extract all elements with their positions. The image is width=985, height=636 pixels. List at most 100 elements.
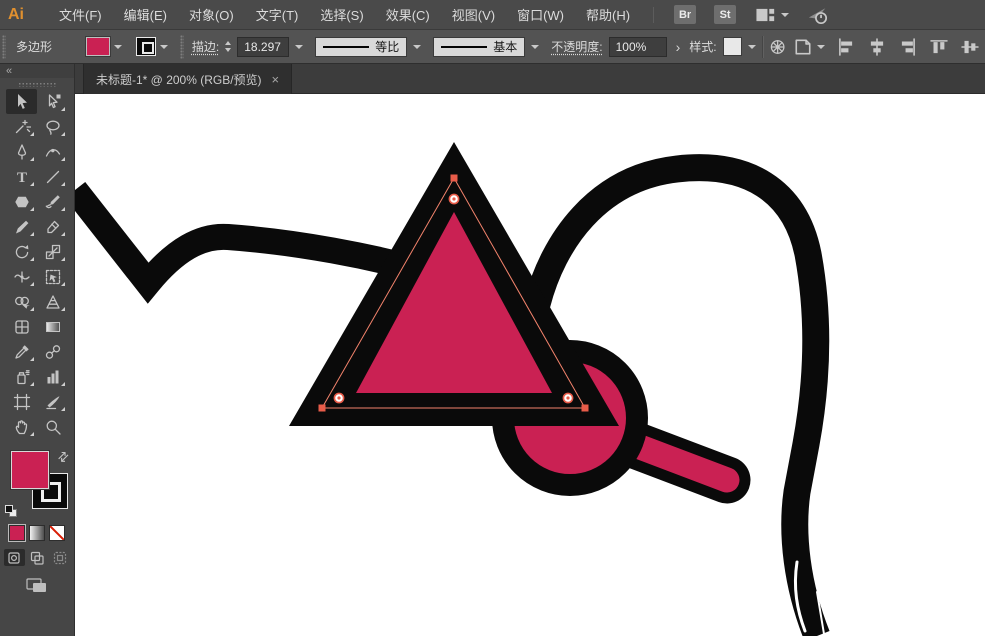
stroke-weight-input[interactable]: 18.297: [237, 36, 290, 57]
chevron-down-icon[interactable]: [531, 44, 540, 49]
menu-list: 文件(F) 编辑(E) 对象(O) 文字(T) 选择(S) 效果(C) 视图(V) 窗口(W)…: [48, 1, 641, 28]
stock-button[interactable]: St: [714, 5, 737, 24]
stroke-color-control[interactable]: [135, 37, 168, 56]
gradient-tool[interactable]: [37, 314, 68, 339]
draw-inside-button[interactable]: [50, 549, 71, 566]
stroke-panel-link[interactable]: 描边:: [192, 38, 219, 55]
workspace-switcher[interactable]: [754, 4, 790, 26]
close-icon[interactable]: ×: [272, 73, 280, 86]
fill-color-control[interactable]: [84, 36, 122, 57]
polygon-tool[interactable]: [6, 189, 37, 214]
menu-item[interactable]: 效果(C): [375, 1, 441, 28]
draw-behind-button[interactable]: [27, 549, 48, 566]
control-bar-grip[interactable]: [2, 34, 6, 59]
drawing-mode-buttons: [0, 549, 74, 566]
selection-tool[interactable]: [6, 89, 37, 114]
paintbrush-tool[interactable]: [37, 189, 68, 214]
line-segment-tool[interactable]: [37, 164, 68, 189]
align-vertical-center-icon[interactable]: [959, 36, 981, 58]
menu-item[interactable]: 对象(O): [178, 1, 245, 28]
divider: [761, 35, 763, 58]
anchor-point[interactable]: [318, 404, 326, 412]
type-tool[interactable]: T: [6, 164, 37, 189]
recolor-artwork-icon[interactable]: [769, 36, 786, 58]
default-fill-stroke-icon[interactable]: [5, 505, 17, 517]
width-tool[interactable]: [6, 264, 37, 289]
align-top-icon[interactable]: [928, 36, 950, 58]
corner-radius-widget[interactable]: [448, 193, 460, 205]
align-right-icon[interactable]: [897, 36, 919, 58]
chevron-down-icon[interactable]: [747, 44, 756, 49]
step-up-icon[interactable]: [225, 41, 232, 45]
direct-selection-tool[interactable]: [37, 89, 68, 114]
corner-radius-widget[interactable]: [333, 392, 345, 404]
artwork[interactable]: [75, 94, 985, 636]
hand-tool[interactable]: [6, 414, 37, 439]
width-profile-dropdown[interactable]: 等比: [315, 36, 408, 57]
pen-tool[interactable]: [6, 139, 37, 164]
mesh-tool[interactable]: [6, 314, 37, 339]
stroke-weight-stepper[interactable]: [225, 41, 232, 52]
menu-item[interactable]: 选择(S): [309, 1, 374, 28]
scale-tool[interactable]: [37, 239, 68, 264]
document-tab[interactable]: 未标题-1* @ 200% (RGB/预览) ×: [83, 64, 293, 94]
align-horizontal-center-icon[interactable]: [866, 36, 888, 58]
style-label: 样式:: [689, 40, 717, 54]
align-left-icon[interactable]: [835, 36, 857, 58]
anchor-point[interactable]: [581, 404, 589, 412]
graphic-style-swatch[interactable]: [722, 37, 742, 56]
chevron-down-icon[interactable]: [413, 44, 422, 49]
menu-item[interactable]: 视图(V): [441, 1, 506, 28]
corner-radius-widget[interactable]: [562, 392, 574, 404]
symbol-sprayer-tool[interactable]: [6, 364, 37, 389]
gpu-performance-button[interactable]: [807, 4, 829, 26]
artboard-tool[interactable]: [6, 389, 37, 414]
free-transform-tool[interactable]: [37, 264, 68, 289]
shaper-tool[interactable]: [6, 214, 37, 239]
artboard-canvas[interactable]: [75, 94, 985, 636]
chevron-down-icon[interactable]: [295, 44, 304, 49]
control-bar: 多边形 描边: 18.297 等比 基本 不透明度: 100% › 样式:: [0, 30, 985, 64]
chevron-down-icon[interactable]: [159, 44, 168, 49]
stroke-color-swatch[interactable]: [135, 37, 156, 56]
swap-fill-stroke-icon[interactable]: ⇄: [54, 447, 73, 466]
panel-collapse-button[interactable]: «: [0, 64, 74, 78]
eyedropper-tool[interactable]: [6, 339, 37, 364]
slice-tool[interactable]: [37, 389, 68, 414]
panel-drag-grip[interactable]: [18, 82, 56, 87]
menu-item[interactable]: 帮助(H): [575, 1, 641, 28]
svg-text:T: T: [16, 170, 26, 186]
opacity-input[interactable]: 100%: [608, 36, 667, 57]
step-down-icon[interactable]: [225, 48, 232, 52]
lasso-tool[interactable]: [37, 114, 68, 139]
curvature-tool[interactable]: [37, 139, 68, 164]
none-button[interactable]: [49, 525, 65, 541]
chevron-down-icon[interactable]: [817, 44, 825, 49]
shape-builder-tool[interactable]: [6, 289, 37, 314]
column-graph-tool[interactable]: [37, 364, 68, 389]
opacity-panel-link[interactable]: 不透明度:: [551, 38, 602, 55]
magic-wand-tool[interactable]: [6, 114, 37, 139]
perspective-grid-tool[interactable]: [37, 289, 68, 314]
zoom-tool[interactable]: [37, 414, 68, 439]
brush-definition-dropdown[interactable]: 基本: [433, 36, 526, 57]
brush-stroke-left[interactable]: [75, 181, 435, 304]
opacity-expand-button[interactable]: ›: [673, 39, 684, 55]
menu-item[interactable]: 文件(F): [48, 1, 113, 28]
color-button[interactable]: [8, 524, 26, 542]
draw-normal-button[interactable]: [3, 549, 25, 566]
bridge-button[interactable]: Br: [674, 5, 697, 24]
screen-mode-button[interactable]: [0, 576, 74, 594]
gradient-button[interactable]: [29, 525, 45, 541]
menu-item[interactable]: 文字(T): [245, 1, 310, 28]
shape-properties-control[interactable]: [792, 36, 825, 58]
menu-item[interactable]: 编辑(E): [113, 1, 178, 28]
menu-item[interactable]: 窗口(W): [506, 1, 575, 28]
blend-tool[interactable]: [37, 339, 68, 364]
eraser-tool[interactable]: [37, 214, 68, 239]
fill-indicator[interactable]: [10, 450, 50, 490]
rotate-tool[interactable]: [6, 239, 37, 264]
chevron-down-icon[interactable]: [113, 44, 122, 49]
anchor-point[interactable]: [450, 174, 458, 182]
fill-color-swatch[interactable]: [84, 36, 111, 57]
